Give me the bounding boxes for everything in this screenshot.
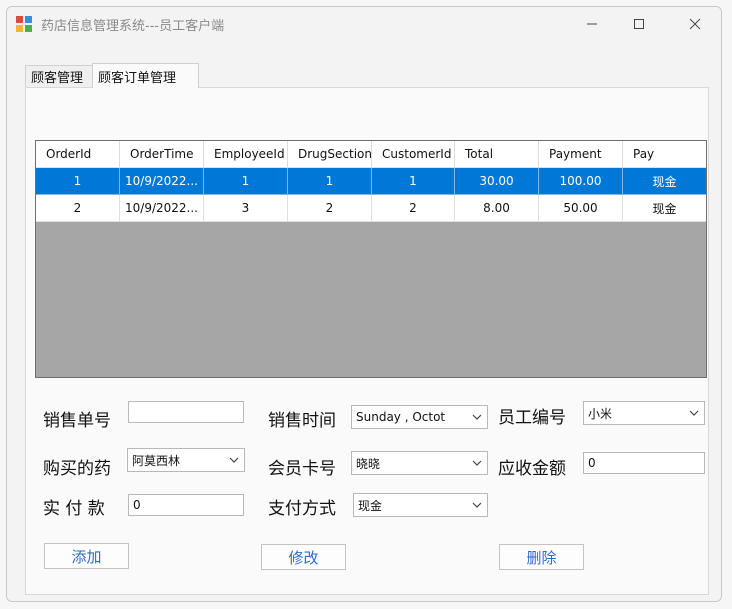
column-header-employeeid[interactable]: EmployeeId bbox=[204, 141, 288, 168]
table-row[interactable]: 2 10/9/2022... 3 2 2 8.00 50.00 现金 bbox=[36, 195, 706, 222]
column-header-customerid[interactable]: CustomerId bbox=[372, 141, 455, 168]
cell-employeeid[interactable]: 1 bbox=[204, 168, 288, 195]
member-card-value: 晓晓 bbox=[356, 456, 381, 471]
pay-method-value: 现金 bbox=[358, 498, 383, 513]
receivable-label: 应收金额 bbox=[498, 459, 566, 479]
column-header-payment[interactable]: Payment bbox=[539, 141, 623, 168]
drug-select[interactable]: 阿莫西林 bbox=[127, 448, 245, 472]
cell-pay[interactable]: 现金 bbox=[623, 168, 706, 195]
chevron-down-icon[interactable] bbox=[229, 455, 239, 465]
maximize-icon bbox=[634, 19, 644, 29]
cell-payment[interactable]: 50.00 bbox=[539, 195, 623, 222]
sale-no-label: 销售单号 bbox=[43, 411, 111, 431]
pay-method-select[interactable]: 现金 bbox=[353, 493, 488, 517]
member-card-select[interactable]: 晓晓 bbox=[351, 451, 488, 475]
column-header-ordertime[interactable]: OrderTime bbox=[120, 141, 204, 168]
cell-pay[interactable]: 现金 bbox=[623, 195, 706, 222]
add-button[interactable]: 添加 bbox=[44, 543, 129, 569]
sale-time-label: 销售时间 bbox=[268, 411, 336, 431]
drug-label: 购买的药 bbox=[43, 459, 111, 479]
sale-time-value: Sunday , Octot bbox=[356, 410, 446, 424]
cell-employeeid[interactable]: 3 bbox=[204, 195, 288, 222]
column-header-orderid[interactable]: OrderId bbox=[36, 141, 120, 168]
employee-no-select[interactable]: 小米 bbox=[583, 401, 705, 425]
grid-header-row: OrderId OrderTime EmployeeId DrugSection… bbox=[36, 141, 706, 168]
app-icon bbox=[16, 16, 32, 32]
cell-ordertime[interactable]: 10/9/2022... bbox=[120, 168, 204, 195]
cell-drugsection[interactable]: 1 bbox=[288, 168, 372, 195]
close-icon bbox=[689, 18, 701, 30]
delete-button[interactable]: 删除 bbox=[499, 544, 584, 570]
member-card-label: 会员卡号 bbox=[268, 459, 336, 479]
cell-orderid[interactable]: 2 bbox=[36, 195, 120, 222]
minimize-icon bbox=[587, 23, 597, 25]
orders-grid[interactable]: OrderId OrderTime EmployeeId DrugSection… bbox=[35, 140, 707, 378]
sale-time-datepicker[interactable]: Sunday , Octot bbox=[351, 405, 488, 429]
cell-total[interactable]: 8.00 bbox=[455, 195, 539, 222]
chevron-down-icon[interactable] bbox=[472, 458, 482, 468]
title-bar[interactable]: 药店信息管理系统---员工客户端 bbox=[7, 7, 721, 41]
sale-no-input[interactable] bbox=[128, 401, 244, 423]
minimize-button[interactable] bbox=[569, 9, 615, 39]
column-header-pay[interactable]: Pay bbox=[623, 141, 706, 168]
cell-payment[interactable]: 100.00 bbox=[539, 168, 623, 195]
tab-panel: OrderId OrderTime EmployeeId DrugSection… bbox=[25, 87, 709, 595]
chevron-down-icon[interactable] bbox=[472, 500, 482, 510]
paid-label: 实 付 款 bbox=[43, 499, 105, 519]
cell-ordertime[interactable]: 10/9/2022... bbox=[120, 195, 204, 222]
employee-no-label: 员工编号 bbox=[498, 408, 566, 428]
cell-total[interactable]: 30.00 bbox=[455, 168, 539, 195]
drug-value: 阿莫西林 bbox=[132, 453, 181, 468]
column-header-drugsection[interactable]: DrugSectionI bbox=[288, 141, 372, 168]
cell-customerid[interactable]: 1 bbox=[372, 168, 455, 195]
paid-input[interactable]: 0 bbox=[128, 494, 244, 516]
chevron-down-icon[interactable] bbox=[689, 408, 699, 418]
tab-customer-order-management[interactable]: 顾客订单管理 bbox=[92, 63, 199, 88]
chevron-down-icon[interactable] bbox=[472, 412, 482, 422]
tab-customer-management[interactable]: 顾客管理 bbox=[25, 65, 93, 87]
receivable-input[interactable]: 0 bbox=[583, 452, 705, 474]
column-header-total[interactable]: Total bbox=[455, 141, 539, 168]
app-window: 药店信息管理系统---员工客户端 顾客管理 顾客订单管理 OrderId Ord… bbox=[6, 6, 722, 602]
cell-orderid[interactable]: 1 bbox=[36, 168, 120, 195]
close-button[interactable] bbox=[672, 9, 718, 39]
table-row[interactable]: 1 10/9/2022... 1 1 1 30.00 100.00 现金 bbox=[36, 168, 706, 195]
pay-method-label: 支付方式 bbox=[268, 499, 336, 519]
window-title: 药店信息管理系统---员工客户端 bbox=[41, 19, 225, 34]
cell-customerid[interactable]: 2 bbox=[372, 195, 455, 222]
edit-button[interactable]: 修改 bbox=[261, 544, 346, 570]
employee-no-value: 小米 bbox=[588, 406, 613, 421]
maximize-button[interactable] bbox=[616, 9, 662, 39]
cell-drugsection[interactable]: 2 bbox=[288, 195, 372, 222]
